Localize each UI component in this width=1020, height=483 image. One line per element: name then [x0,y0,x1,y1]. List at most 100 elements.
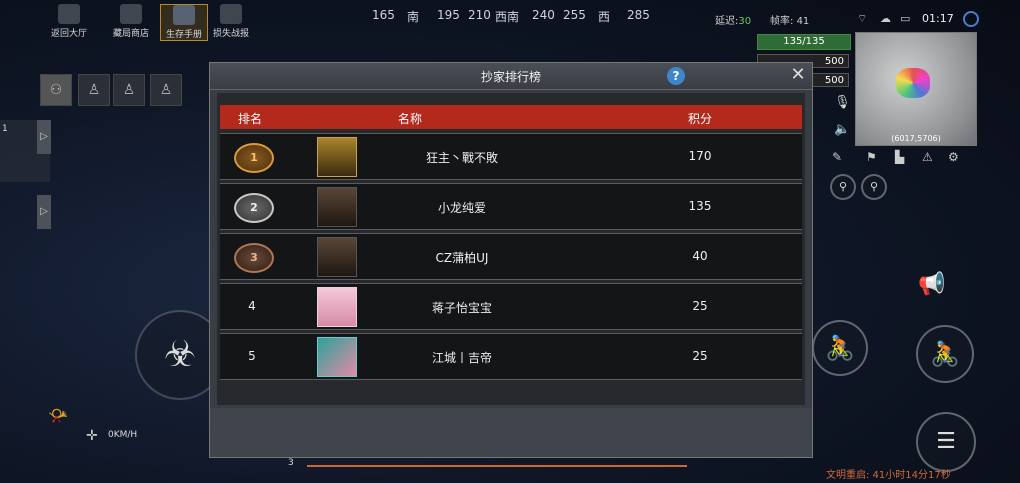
compass-bar: 165 南 195 210 西南 240 255 西 285 [365,6,655,28]
compass-mark: 195 [437,8,460,22]
battery-icon: ▭ [900,12,911,25]
close-icon[interactable]: ✕ [788,65,808,85]
map-markers [896,68,930,98]
cycling-button[interactable]: 🚴 [812,320,868,376]
hunger-value: 500 [824,56,844,67]
shop-icon [120,4,142,24]
silver-medal-icon: 2 [234,193,274,223]
megaphone-icon[interactable]: 📢 [918,272,945,297]
signal-icon: ☁ [880,12,891,25]
speed-readout: 0KM/H [108,430,138,440]
player-avatar [317,137,357,177]
shop-label: 藏局商店 [112,29,149,39]
compass-mark: 西 [598,10,611,24]
bronze-medal-icon: 3 [234,243,274,273]
fps-value: 41 [796,16,810,27]
expand-arrow-button[interactable]: ▷ [37,120,51,154]
health-value: 135/135 [783,36,825,47]
player-score: 170 [688,149,712,163]
compass-mark: 西南 [495,10,520,24]
table-row[interactable]: 4 蒋子怡宝宝 25 [220,283,802,330]
score-column-header: 积分 [688,112,713,126]
name-column-header: 名称 [398,112,423,126]
expand-arrow-button[interactable]: ▷ [37,195,51,229]
modal-footer [210,408,812,457]
map-coordinates: (6017,5706) [891,134,941,143]
table-row[interactable]: 1 狂主丶戰不敗 170 [220,133,802,180]
rank-column-header: 排名 [238,112,263,126]
modal-title: 抄家排行榜 [480,70,541,84]
health-bar: 135/135 [757,34,851,50]
gold-medal-icon: 1 [234,143,274,173]
warning-icon[interactable]: ⚠ [922,150,933,164]
marker-icon[interactable]: ✎ [832,150,842,164]
add-player-icon[interactable]: ⚇ [40,74,72,106]
player-score: 135 [688,199,712,213]
rank-number: 5 [248,349,256,363]
player-name: 蒋子怡宝宝 [431,301,492,315]
modal-header: 抄家排行榜 ? ✕ [210,63,812,90]
player-avatar [317,187,357,227]
player-avatar [317,337,357,377]
player-avatar [317,287,357,327]
team-slot-icon[interactable]: ♙ [113,74,145,106]
leaderboard-panel: 排名 名称 积分 1 狂主丶戰不敗 170 2 小龙纯爱 135 3 CZ蒲柏U… [217,93,805,405]
rank-number: 4 [248,299,256,313]
table-header: 排名 名称 积分 [220,105,802,129]
settings-ring-icon[interactable] [963,11,979,27]
return-lobby-button[interactable]: 返回大厅 [46,4,92,39]
bike-toggle-icon[interactable]: ⚲ [830,174,856,200]
team-slot-icon[interactable]: ♙ [78,74,110,106]
building-icon[interactable]: ▙ [895,150,904,164]
compass-mark: 255 [563,8,586,22]
player-name: CZ蒲柏UJ [435,251,489,265]
table-row[interactable]: 5 江城丨吉帝 25 [220,333,802,380]
chat-button[interactable]: ☰ [916,412,976,472]
speaker-icon[interactable]: 🔈 [834,122,850,137]
clock: 01:17 [922,12,954,25]
bottom-counter: 3 [288,458,294,468]
crosshair-icon: ✛ [86,428,98,444]
flag-icon[interactable]: ⚑ [866,150,877,164]
survival-handbook-button[interactable]: 生存手册 [160,4,208,41]
location-pin-icon[interactable]: ⚲ [861,174,887,200]
wifi-icon: ⌔ [857,12,868,25]
latency-label: 延迟: [715,16,739,27]
leaderboard-modal: 抄家排行榜 ? ✕ 排名 名称 积分 1 狂主丶戰不敗 170 2 小龙纯爱 1… [209,62,813,458]
microphone-icon[interactable]: 🎙 [834,95,851,110]
ride-button[interactable]: 🚴 [916,325,974,383]
team-slot-icon[interactable]: ♙ [150,74,182,106]
loss-report-button[interactable]: 损失战报 [208,4,254,39]
player-name: 江城丨吉帝 [431,351,492,365]
minimap[interactable]: (6017,5706) [855,32,977,146]
shop-button[interactable]: 藏局商店 [108,4,154,39]
fps-label: 帧率: [770,16,794,27]
fps-readout: 帧率: 41 [770,12,809,27]
compass-mark: 285 [627,8,650,22]
player-avatar [317,237,357,277]
latency-readout: 延迟:30 [715,12,751,27]
player-score: 25 [692,349,708,363]
thirst-value: 500 [824,75,844,86]
compass-mark: 南 [407,10,420,24]
restart-countdown: 文明重启: 41小时14分17秒 [826,470,951,481]
compass-mark: 165 [372,8,395,22]
latency-value: 30 [738,16,752,27]
compass-mark: 210 [468,8,491,22]
home-icon [58,4,80,24]
survival-handbook-label: 生存手册 [165,30,202,40]
handbook-icon [173,5,195,25]
return-lobby-label: 返回大厅 [50,29,87,39]
whistle-icon[interactable]: 📯 [48,406,68,425]
loss-report-label: 损失战报 [212,29,249,39]
gear-icon[interactable]: ⚙ [948,150,959,164]
table-row[interactable]: 2 小龙纯爱 135 [220,183,802,230]
compass-mark: 240 [532,8,555,22]
player-score: 25 [692,299,708,313]
player-name: 小龙纯爱 [437,201,486,215]
report-icon [220,4,242,24]
help-icon[interactable]: ? [667,67,685,85]
table-row[interactable]: 3 CZ蒲柏UJ 40 [220,233,802,280]
side-panel-marker: 1 [2,124,8,134]
player-name: 狂主丶戰不敗 [425,151,498,165]
